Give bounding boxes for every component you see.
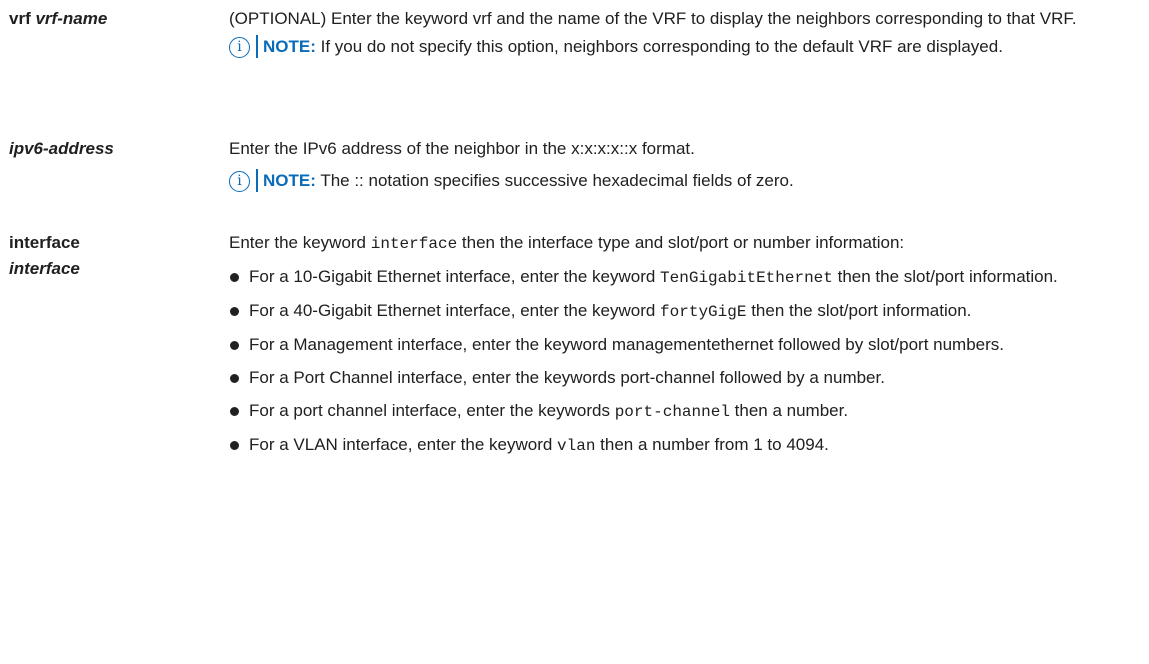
param-keyword: vrf xyxy=(9,9,31,28)
list-item: For a VLAN interface, enter the keyword … xyxy=(229,432,1109,459)
text-run: then a number from 1 to 4094. xyxy=(595,435,829,454)
param-term: interface interface xyxy=(9,230,169,282)
info-icon: i xyxy=(229,37,250,58)
param-term: vrf vrf-name xyxy=(9,6,209,32)
note-divider xyxy=(256,35,258,58)
text-run: Enter the keyword xyxy=(229,233,371,252)
text-run: then a number. xyxy=(729,401,849,420)
code-keyword: port-channel xyxy=(614,403,730,421)
text-run: For a port channel interface, enter the … xyxy=(249,401,615,420)
description-text: Enter the keyword interface then the int… xyxy=(229,230,1109,257)
note-box: i NOTE: The :: notation specifies succes… xyxy=(229,168,1109,194)
bullet-list: For a 10-Gigabit Ethernet interface, ent… xyxy=(229,264,1109,459)
code-keyword: interface xyxy=(370,235,458,253)
param-variable: interface xyxy=(9,259,80,278)
param-variable: vrf-name xyxy=(35,9,108,28)
list-item: For a 40-Gigabit Ethernet interface, ent… xyxy=(229,298,1109,325)
param-variable: ipv6-address xyxy=(9,139,114,158)
info-icon: i xyxy=(229,171,250,192)
text-run: For a Port Channel interface, enter the … xyxy=(249,368,885,387)
text-run: For a VLAN interface, enter the keyword xyxy=(249,435,558,454)
list-item: For a 10-Gigabit Ethernet interface, ent… xyxy=(229,264,1109,291)
list-item: For a Port Channel interface, enter the … xyxy=(229,365,1109,391)
text-run: For a 10-Gigabit Ethernet interface, ent… xyxy=(249,267,661,286)
note-divider xyxy=(256,169,258,192)
text-run: then the slot/port information. xyxy=(832,267,1058,286)
description-text: (OPTIONAL) Enter the keyword vrf and the… xyxy=(229,9,1077,28)
parameter-table: vrf vrf-name (OPTIONAL) Enter the keywor… xyxy=(0,0,1149,664)
code-keyword: vlan xyxy=(557,437,596,455)
list-item: For a port channel interface, enter the … xyxy=(229,398,1109,425)
text-run: then the interface type and slot/port or… xyxy=(457,233,905,252)
text-run: For a Management interface, enter the ke… xyxy=(249,335,1005,354)
param-keyword: interface xyxy=(9,233,80,252)
param-description: Enter the keyword interface then the int… xyxy=(229,230,1109,459)
param-description: (OPTIONAL) Enter the keyword vrf and the… xyxy=(229,6,1109,60)
code-keyword: fortyGigE xyxy=(660,303,747,321)
text-run: For a 40-Gigabit Ethernet interface, ent… xyxy=(249,301,661,320)
param-term: ipv6-address xyxy=(9,136,209,162)
code-keyword: TenGigabitEthernet xyxy=(660,269,833,287)
note-label: NOTE: xyxy=(263,37,316,56)
list-item: For a Management interface, enter the ke… xyxy=(229,332,1109,358)
description-text: Enter the IPv6 address of the neighbor i… xyxy=(229,139,695,158)
note-box: i NOTE: If you do not specify this optio… xyxy=(229,34,1109,60)
note-label: NOTE: xyxy=(263,171,316,190)
param-description: Enter the IPv6 address of the neighbor i… xyxy=(229,136,1109,194)
text-run: then the slot/port information. xyxy=(746,301,972,320)
note-text: If you do not specify this option, neigh… xyxy=(320,37,1003,56)
note-text: The :: notation specifies successive hex… xyxy=(320,171,794,190)
